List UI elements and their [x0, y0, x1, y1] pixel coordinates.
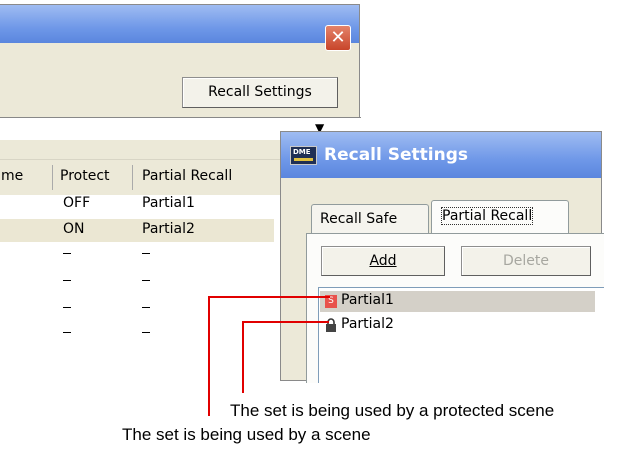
leader-line-protected-h — [242, 321, 329, 323]
recall-settings-dialog: DME Recall Settings Recall Safe Partial … — [280, 131, 604, 383]
list-item-label: Partial1 — [341, 292, 394, 308]
col-header-protect[interactable]: Protect — [60, 168, 110, 184]
delete-button[interactable]: Delete — [461, 246, 591, 276]
table-cell-protect: ON — [63, 221, 85, 237]
col-header-name[interactable]: me — [1, 168, 23, 184]
tab-recall-safe[interactable]: Recall Safe — [311, 204, 429, 234]
table-cell-protect — [63, 280, 71, 281]
caption-scene: The set is being used by a scene — [122, 425, 371, 444]
caption-protected: The set is being used by a protected sce… — [230, 401, 555, 420]
app-icon: DME — [290, 146, 317, 165]
table-cell-protect — [63, 307, 71, 308]
leader-line-scene-h — [208, 296, 330, 298]
col-header-partial-recall[interactable]: Partial Recall — [142, 168, 232, 184]
list-item-label: Partial2 — [341, 316, 394, 332]
table-cell-partial — [142, 332, 150, 333]
table-cell-protect: OFF — [63, 195, 91, 211]
dialog-title: Recall Settings — [324, 145, 468, 165]
partial-list[interactable]: S Partial1 Partial2 — [318, 287, 604, 383]
scene-window-titlebar — [0, 5, 359, 43]
close-button[interactable]: ✕ — [325, 25, 351, 51]
recall-settings-button[interactable]: Recall Settings — [182, 77, 338, 108]
app-icon-bar — [294, 158, 313, 161]
table-cell-partial: Partial2 — [142, 221, 195, 237]
dialog-titlebar: DME Recall Settings — [281, 132, 601, 178]
col-divider — [52, 165, 53, 190]
table-row-selected[interactable] — [0, 219, 274, 242]
table-cell-protect — [63, 332, 71, 333]
leader-line-protected-v — [242, 321, 244, 393]
tab-partial-recall[interactable]: Partial Recall — [431, 200, 569, 234]
leader-line-scene-v — [208, 296, 210, 416]
add-button[interactable]: Add — [321, 246, 445, 276]
recall-settings-button-label: Recall Settings — [208, 84, 312, 100]
table-cell-partial: Partial1 — [142, 195, 195, 211]
table-cell-partial — [142, 253, 150, 254]
table-cell-partial — [142, 280, 150, 281]
table-cell-protect — [63, 253, 71, 254]
table-cell-partial — [142, 307, 150, 308]
col-divider — [132, 165, 133, 190]
